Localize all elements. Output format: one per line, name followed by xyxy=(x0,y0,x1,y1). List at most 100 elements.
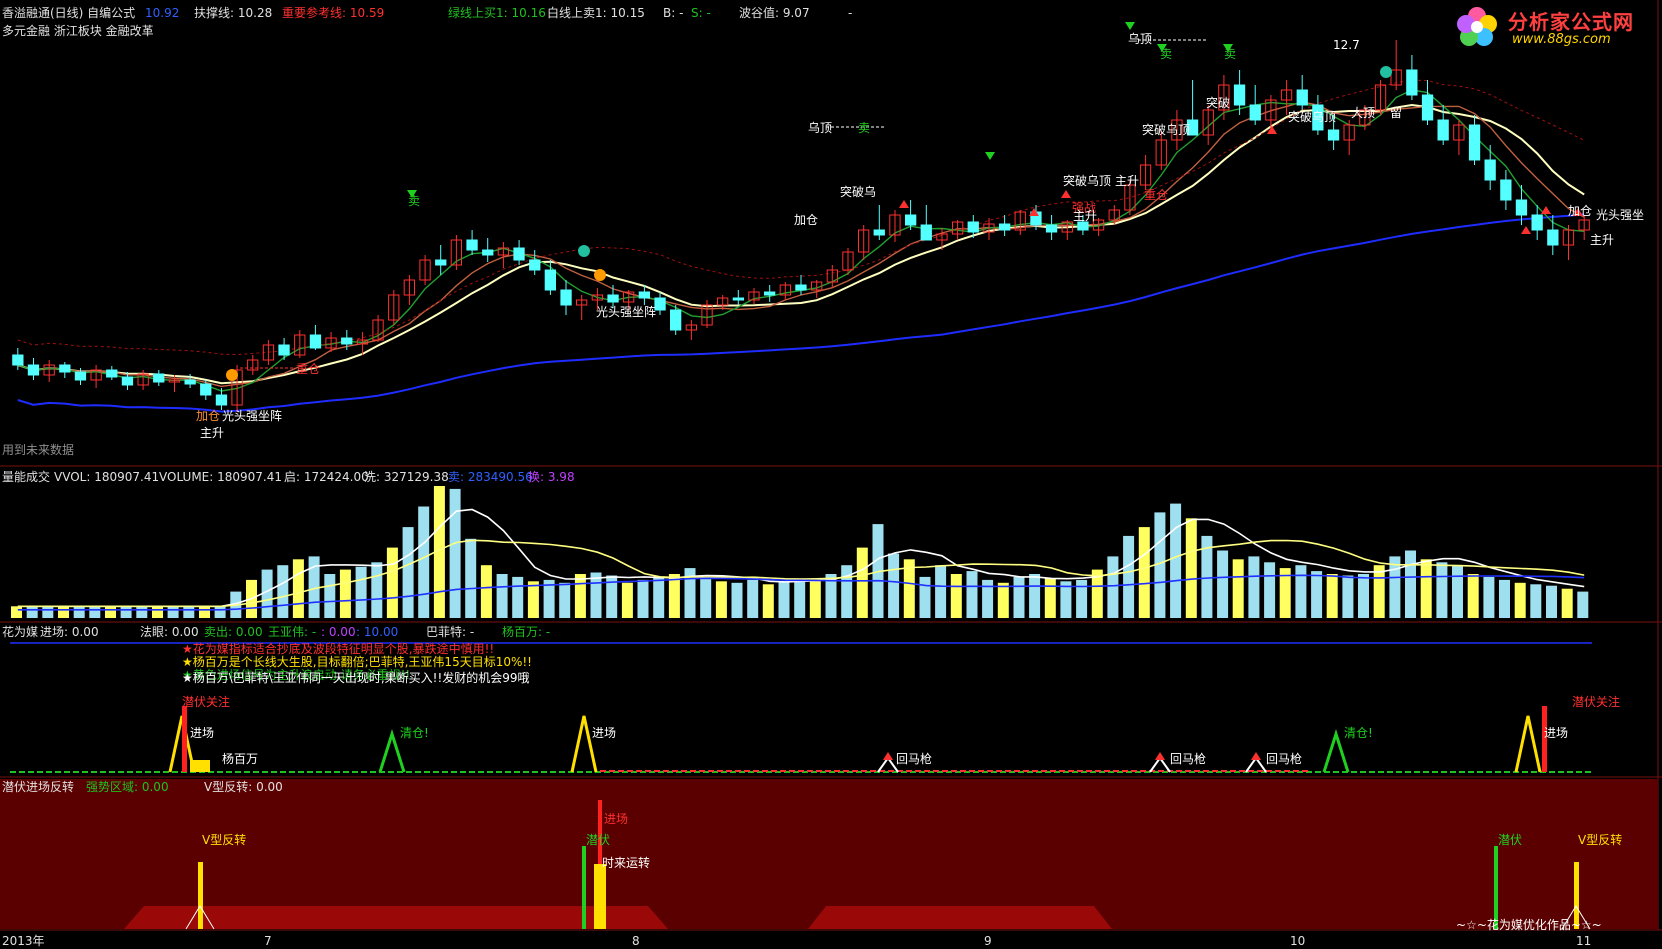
candle-body xyxy=(1077,221,1089,231)
v-reversal-label-2: V型反转 xyxy=(1578,833,1623,847)
strong-zone-value: 强势区域: 0.00 xyxy=(86,780,169,794)
signal-sell-4: 卖 xyxy=(858,121,871,135)
huima-arrow-icon xyxy=(1155,752,1165,760)
volume-bar xyxy=(935,565,947,618)
jinchang-label-1: 进场 xyxy=(190,726,215,740)
volume-bar xyxy=(277,565,289,618)
volume-bar xyxy=(966,571,978,618)
strong-zone-area xyxy=(124,906,668,929)
volume-bar xyxy=(496,574,508,618)
yangbaiwan-label: 杨百万 xyxy=(222,752,259,766)
stock-title: 香溢融通(日线) 自编公式 xyxy=(2,6,136,20)
signal-zhongcang-1: 重仓 xyxy=(296,362,321,376)
volume-bar xyxy=(841,565,853,618)
buy-arrow-icon xyxy=(899,200,909,208)
volume-bar xyxy=(1264,562,1276,618)
yang-value: 杨百万: - xyxy=(502,625,551,639)
signal-sell-1: 卖 xyxy=(408,194,421,208)
sell-arrow-icon xyxy=(1125,22,1135,30)
volume-bar xyxy=(762,584,774,618)
volume-bar xyxy=(386,547,398,618)
volume-bar xyxy=(1452,565,1463,618)
volume-bar xyxy=(449,488,461,618)
candle-body xyxy=(873,229,885,236)
volume-bar xyxy=(199,606,210,618)
candle-body xyxy=(435,259,447,266)
signal-wudian-2: 乌顶 xyxy=(808,121,833,135)
volume-bar xyxy=(1311,571,1323,618)
candle-body xyxy=(1249,104,1261,121)
candle-body xyxy=(466,239,478,251)
jinchang-peak xyxy=(570,715,598,773)
signal-tupo-5: 突破乌顶 xyxy=(1288,110,1337,124)
down-circle-icon xyxy=(578,245,590,257)
signal-dading: 大顶 xyxy=(1351,106,1376,120)
buy-arrow-icon xyxy=(1061,190,1071,198)
signal-tupo-3: 突破乌顶 xyxy=(1142,123,1191,137)
time-axis-10: 10 xyxy=(1290,934,1306,948)
volume-bar xyxy=(637,579,649,618)
candle-body xyxy=(1515,199,1528,216)
qianfu-rev-label-1: 潜伏 xyxy=(586,833,611,847)
volume-bar xyxy=(1123,535,1135,618)
volume-bar xyxy=(292,559,304,618)
candle-body xyxy=(1468,124,1481,161)
candle-body xyxy=(1327,129,1340,141)
volume-bar xyxy=(1029,574,1041,618)
volume-bar xyxy=(120,606,132,618)
candle-body xyxy=(153,373,165,383)
up-circle-icon xyxy=(594,269,606,281)
time-axis-9: 9 xyxy=(984,934,992,948)
volume-bar xyxy=(480,565,492,618)
signal-wudian-1: 乌顶 xyxy=(1128,32,1153,46)
volume-bar xyxy=(653,576,665,618)
shilai-bar xyxy=(594,864,606,929)
vvol-value: VVOL: 180907.41 xyxy=(54,470,160,484)
qianfu-rev-bar xyxy=(582,846,586,929)
volume-bar xyxy=(700,578,712,618)
volume-bar xyxy=(715,581,727,618)
candle-body xyxy=(795,284,807,291)
signal-sell-3: 卖 xyxy=(1224,47,1237,61)
volume-bar xyxy=(1358,574,1369,618)
candle-body xyxy=(106,369,118,378)
sector-tags: 多元金融 浙江板块 金融改革 xyxy=(2,24,154,38)
candle-body xyxy=(59,364,71,373)
candle-body xyxy=(1484,159,1496,181)
candle-body xyxy=(74,371,87,381)
yangbaiwan-block xyxy=(190,760,210,772)
time-axis-11: 11 xyxy=(1576,934,1592,948)
time-axis-year: 2013年 xyxy=(2,934,45,948)
jinchang-label-3: 进场 xyxy=(1544,726,1569,740)
signal-zhongcang-2: 重仓 xyxy=(1144,188,1169,202)
volume-bar xyxy=(621,582,633,618)
volume-bar xyxy=(1499,579,1510,618)
v-reversal-bar xyxy=(198,862,203,929)
candle-body xyxy=(1500,179,1512,201)
candle-body xyxy=(513,247,525,261)
signal-guangtou-1: 光头强坐阵 xyxy=(222,409,283,423)
support-line-label: 扶撑线: 10.28 xyxy=(194,6,273,20)
note-2: ★杨百万是个长线大生股,目标翻倍;巴菲特,王亚伟15天目标10%!! xyxy=(182,655,532,669)
note-4: ★杨百万\巴菲特\王亚伟同一天出现时,果断买入!!发财的机会99哦 xyxy=(182,671,530,685)
candle-body xyxy=(607,294,619,303)
signal-zhusheng-1: 主升 xyxy=(200,426,225,440)
huimaqiang-label-1: 回马枪 xyxy=(896,752,933,766)
volume-bar xyxy=(794,578,806,618)
volume-bar xyxy=(355,566,367,618)
volume-bar xyxy=(778,581,790,618)
volume-bar xyxy=(1076,579,1088,618)
qianfu-rev-label-2: 潜伏 xyxy=(1498,833,1523,847)
huimaqiang-marker xyxy=(1149,756,1171,773)
volume-bar xyxy=(590,572,602,618)
volume-bar xyxy=(1467,574,1479,618)
volume-bar xyxy=(668,574,680,618)
candle-body xyxy=(920,224,932,241)
signal-tupo-4: 突破 xyxy=(1206,96,1231,110)
future-data-note: 用到未来数据 xyxy=(2,443,75,457)
down-circle-icon xyxy=(1380,66,1392,78)
volume-bar xyxy=(1561,588,1573,618)
volume-bar xyxy=(1389,556,1401,618)
signal-tupo-1: 突破乌 xyxy=(840,185,877,199)
volume-bar xyxy=(527,581,539,618)
